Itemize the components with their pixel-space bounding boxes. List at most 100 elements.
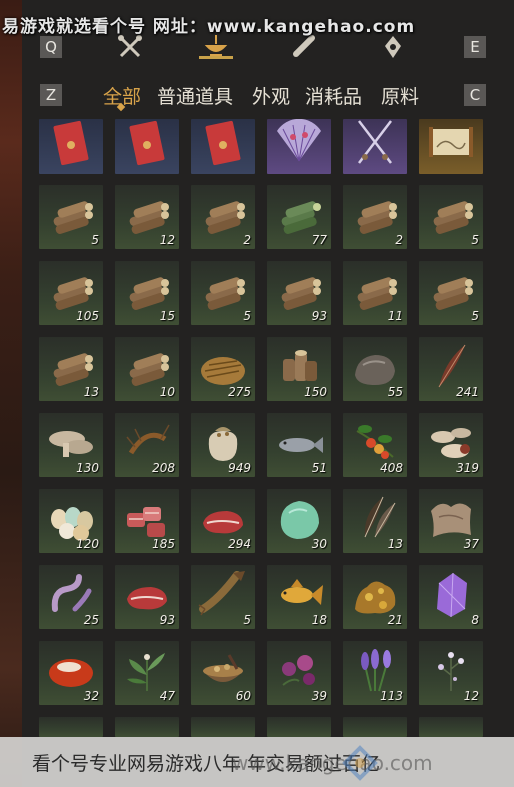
inventory-slot[interactable]: 2 (343, 185, 407, 249)
inventory-slot[interactable]: 241 (419, 337, 483, 401)
item-quantity: 15 (159, 309, 175, 323)
item-quantity: 21 (387, 613, 403, 627)
item-quantity: 51 (311, 461, 327, 475)
inventory-slot-partial[interactable] (39, 717, 103, 737)
inventory-slot[interactable]: 30 (267, 489, 331, 553)
log-pile-icon (129, 277, 169, 310)
inventory-slot[interactable]: 185 (115, 489, 179, 553)
herb-bowl-icon (203, 654, 243, 682)
log-pile-icon (53, 277, 93, 310)
inventory-slot[interactable]: 25 (39, 565, 103, 629)
inventory-slot[interactable] (115, 119, 179, 174)
inventory-slot[interactable]: 93 (267, 261, 331, 325)
item-quantity: 2 (395, 233, 403, 247)
inventory-slot[interactable]: 13 (39, 337, 103, 401)
item-quantity: 185 (152, 537, 175, 551)
item-quantity: 408 (380, 461, 403, 475)
inventory-slot[interactable]: 18 (267, 565, 331, 629)
inventory-slot[interactable]: 77 (267, 185, 331, 249)
inventory-slot[interactable]: 8 (419, 565, 483, 629)
item-quantity: 5 (91, 233, 99, 247)
inventory-slot-partial[interactable] (191, 717, 255, 737)
item-quantity: 8 (471, 613, 479, 627)
meat-slab-icon (127, 587, 167, 610)
item-grid: 5 12 2 77 2 5 105 15 5 93 11 5 13 10 275 150 55 241 130 208… (0, 0, 514, 787)
item-quantity: 25 (83, 613, 99, 627)
item-quantity: 208 (152, 461, 175, 475)
inventory-slot-partial[interactable] (267, 717, 331, 737)
inventory-slot[interactable]: 120 (39, 489, 103, 553)
inventory-slot[interactable]: 93 (115, 565, 179, 629)
inventory-slot[interactable]: 5 (191, 261, 255, 325)
item-quantity: 12 (159, 233, 175, 247)
inventory-slot-partial[interactable] (343, 717, 407, 737)
inventory-slot[interactable]: 949 (191, 413, 255, 477)
item-quantity: 11 (387, 309, 403, 323)
log-pile-icon (357, 277, 397, 310)
item-quantity: 5 (471, 309, 479, 323)
inventory-slot-partial[interactable] (115, 717, 179, 737)
red-envelope-icon (129, 120, 165, 166)
inventory-slot[interactable]: 5 (191, 565, 255, 629)
inventory-slot[interactable]: 12 (419, 641, 483, 705)
item-quantity: 93 (311, 309, 327, 323)
worm-icon (51, 574, 92, 612)
inventory-slot[interactable]: 294 (191, 489, 255, 553)
inventory-slot[interactable]: 208 (115, 413, 179, 477)
feather-icon (438, 344, 466, 388)
inventory-slot[interactable]: 130 (39, 413, 103, 477)
small-flowers-icon (438, 652, 464, 691)
item-quantity: 37 (463, 537, 479, 551)
red-gem-icon (49, 659, 93, 687)
inventory-slot[interactable]: 13 (343, 489, 407, 553)
log-pile-icon (433, 201, 473, 234)
inventory-slot[interactable]: 37 (419, 489, 483, 553)
inventory-slot[interactable]: 113 (343, 641, 407, 705)
inventory-slot[interactable] (39, 119, 103, 174)
purple-flowers-icon (282, 655, 315, 686)
log-pile-icon (205, 201, 245, 234)
inventory-slot[interactable]: 5 (419, 185, 483, 249)
inventory-slot[interactable]: 150 (267, 337, 331, 401)
log-pile-icon (205, 277, 245, 310)
inventory-slot[interactable]: 47 (115, 641, 179, 705)
watermark-bottom: 看个号专业网易游戏八年 年交易额过百亿 www.kangehao.com (0, 737, 514, 787)
inventory-slot[interactable]: 2 (191, 185, 255, 249)
folding-fan-icon (277, 119, 321, 162)
inventory-slot[interactable]: 12 (115, 185, 179, 249)
item-quantity: 5 (243, 309, 251, 323)
shrimp-icon (126, 424, 170, 455)
item-quantity: 30 (311, 537, 327, 551)
catfish-icon (198, 571, 245, 616)
inventory-slot[interactable]: 5 (39, 185, 103, 249)
inventory-slot[interactable]: 11 (343, 261, 407, 325)
inventory-slot[interactable]: 10 (115, 337, 179, 401)
inventory-slot[interactable]: 21 (343, 565, 407, 629)
item-quantity: 77 (311, 233, 327, 247)
inventory-slot[interactable]: 5 (419, 261, 483, 325)
grain-sack-icon (208, 427, 238, 461)
inventory-slot[interactable]: 319 (419, 413, 483, 477)
inventory-slot[interactable] (191, 119, 255, 174)
inventory-slot[interactable]: 32 (39, 641, 103, 705)
mushroom-cluster-icon (431, 428, 471, 458)
log-pile-icon (53, 353, 93, 386)
inventory-slot[interactable]: 408 (343, 413, 407, 477)
inventory-slot[interactable]: 105 (39, 261, 103, 325)
inventory-slot[interactable] (343, 119, 407, 174)
log-pile-icon (281, 277, 321, 310)
inventory-slot[interactable]: 60 (191, 641, 255, 705)
item-quantity: 113 (380, 689, 403, 703)
inventory-slot[interactable]: 275 (191, 337, 255, 401)
item-quantity: 105 (76, 309, 99, 323)
inventory-slot[interactable] (419, 119, 483, 174)
item-quantity: 55 (387, 385, 403, 399)
inventory-slot[interactable]: 15 (115, 261, 179, 325)
item-quantity: 319 (456, 461, 479, 475)
inventory-slot[interactable]: 55 (343, 337, 407, 401)
feathers-icon (364, 496, 396, 538)
inventory-slot[interactable] (267, 119, 331, 174)
inventory-slot[interactable]: 51 (267, 413, 331, 477)
inventory-slot-partial[interactable] (419, 717, 483, 737)
inventory-slot[interactable]: 39 (267, 641, 331, 705)
